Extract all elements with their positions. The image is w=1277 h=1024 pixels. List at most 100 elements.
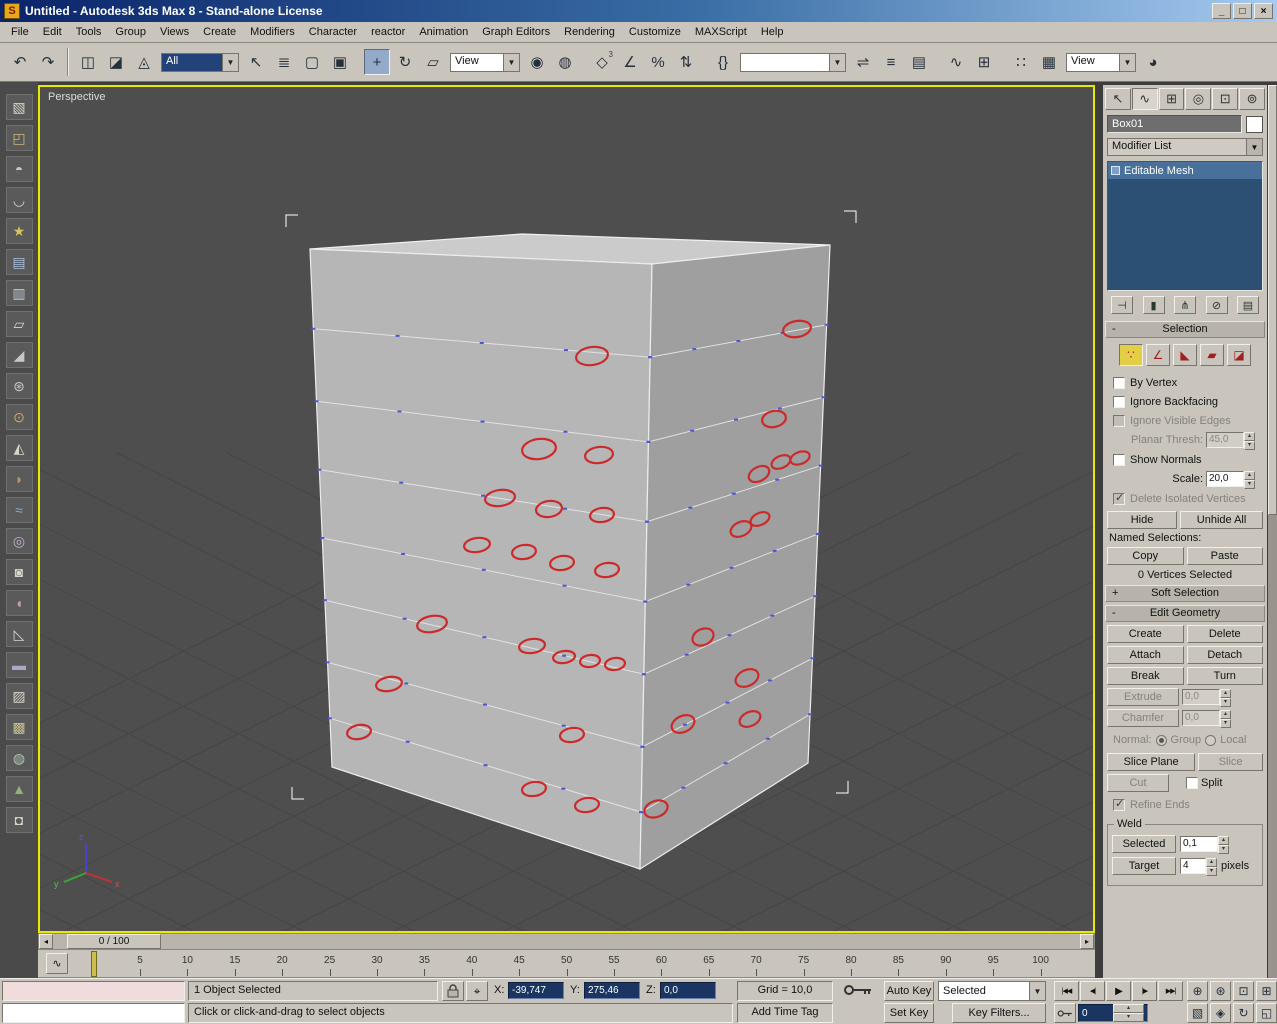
bucket-icon[interactable]: ◙ [5, 559, 33, 585]
weld-target-button[interactable]: Target [1112, 857, 1176, 875]
play-animation-icon[interactable]: ▶ [1106, 981, 1131, 1001]
loft-icon[interactable]: ◗ [5, 466, 33, 492]
current-time-field[interactable]: 0 ▴ ▾ [1078, 1004, 1148, 1022]
scrollbar-thumb[interactable] [1268, 85, 1277, 515]
collapse-icon[interactable]: - [1112, 606, 1116, 621]
named-selection-sets-icon[interactable]: {} [710, 49, 736, 75]
viewport-label[interactable]: Perspective [48, 91, 105, 103]
coil-icon[interactable]: ◎ [5, 528, 33, 554]
element-subobject-icon[interactable]: ◪ [1227, 344, 1251, 366]
chevron-down-icon[interactable]: ▼ [1246, 139, 1262, 155]
snap-toggle-icon[interactable]: ◇ 3 [589, 49, 615, 75]
menu-item-edit[interactable]: Edit [36, 23, 69, 41]
open-mini-curve-editor-icon[interactable]: ∿ [46, 953, 68, 974]
zoom-icon[interactable]: ⊕ [1187, 981, 1208, 1001]
select-and-move-icon[interactable]: + [364, 49, 390, 75]
camera-icon[interactable]: ◘ [5, 807, 33, 833]
render-viewport-dropdown[interactable]: View ▼ [1066, 52, 1136, 72]
detach-button[interactable]: Detach [1186, 646, 1263, 664]
bone-icon[interactable]: ◺ [5, 621, 33, 647]
menu-item-create[interactable]: Create [196, 23, 243, 41]
minimize-button[interactable]: _ [1212, 3, 1231, 19]
named-selection-dropdown[interactable]: ▼ [740, 52, 846, 72]
track-right-arrow[interactable]: ▸ [1080, 934, 1094, 949]
object-color-swatch[interactable] [1246, 115, 1263, 133]
chevron-down-icon[interactable]: ▼ [1029, 982, 1045, 1000]
slice-plane-button[interactable]: Slice Plane [1107, 753, 1196, 771]
angle-snap-icon[interactable]: ∠ [617, 49, 643, 75]
cloth-icon[interactable]: ▩ [5, 714, 33, 740]
spinner-snap-icon[interactable]: ⇅ [673, 49, 699, 75]
paste-button[interactable]: Paste [1186, 547, 1263, 565]
menu-item-views[interactable]: Views [153, 23, 196, 41]
pencil-icon[interactable]: ▱ [5, 311, 33, 337]
maximize-button[interactable]: □ [1233, 3, 1252, 19]
set-key-mode-icon[interactable] [843, 983, 879, 1003]
cone-icon[interactable]: ◡ [5, 187, 33, 213]
star-icon[interactable]: ★ [5, 218, 33, 244]
brush-icon[interactable]: ◖ [5, 590, 33, 616]
schematic-view-icon[interactable]: ⊞ [971, 49, 997, 75]
weld-selected-spinner[interactable]: 0,1 ▴ ▾ [1180, 836, 1229, 854]
extrude-button[interactable]: Extrude [1107, 688, 1179, 706]
weld-selected-button[interactable]: Selected [1112, 835, 1176, 853]
key-mode-dropdown[interactable]: Selected ▼ [938, 981, 1046, 1001]
arc-rotate-icon[interactable]: ↻ [1233, 1003, 1254, 1023]
y-coordinate-field[interactable]: 275,46 [584, 982, 640, 999]
bind-to-space-warp-icon[interactable]: ◬ [131, 49, 157, 75]
pin-icon[interactable]: ⊙ [5, 404, 33, 430]
polygon-subobject-icon[interactable]: ▰ [1200, 344, 1224, 366]
lock-selection-icon[interactable] [442, 981, 464, 1001]
viewport-canvas[interactable]: z x y [40, 87, 1093, 931]
remove-modifier-icon[interactable]: ⊘ [1205, 296, 1228, 314]
plate-icon[interactable]: ▬ [5, 652, 33, 678]
z-coordinate-field[interactable]: 0,0 [660, 982, 716, 999]
gear-icon[interactable]: ⊛ [5, 373, 33, 399]
slice-button[interactable]: Slice [1198, 753, 1263, 771]
configure-modifier-sets-icon[interactable]: ▤ [1237, 296, 1259, 314]
stack-item-editable-mesh[interactable]: Editable Mesh [1108, 162, 1262, 179]
undo-icon[interactable]: ↶ [7, 49, 33, 75]
arrow-tool-icon[interactable]: ◭ [5, 435, 33, 461]
time-spinner[interactable]: ▴ ▾ [1113, 1004, 1144, 1022]
chevron-down-icon[interactable]: ▼ [503, 53, 519, 71]
rectangular-selection-region-icon[interactable]: ▢ [299, 49, 325, 75]
modifier-stack-list[interactable]: Editable Mesh [1107, 161, 1263, 291]
delete-button[interactable]: Delete [1186, 625, 1263, 643]
menu-item-file[interactable]: File [4, 23, 36, 41]
chevron-down-icon[interactable]: ▼ [1119, 53, 1135, 71]
window-icon[interactable]: ▤ [5, 249, 33, 275]
layer-manager-icon[interactable]: ▤ [906, 49, 932, 75]
previous-frame-icon[interactable]: ◀| [1080, 981, 1105, 1001]
modifier-list-dropdown[interactable]: Modifier List ▼ [1107, 138, 1263, 156]
min-max-toggle-icon[interactable]: ◱ [1256, 1003, 1277, 1023]
auto-key-button[interactable]: Auto Key [884, 981, 934, 1001]
show-normals-checkbox[interactable] [1113, 453, 1125, 466]
menu-item-rendering[interactable]: Rendering [557, 23, 622, 41]
menu-item-reactor[interactable]: reactor [364, 23, 412, 41]
face-subobject-icon[interactable]: ◣ [1173, 344, 1197, 366]
chevron-down-icon[interactable]: ▼ [222, 53, 238, 71]
show-end-result-icon[interactable]: ▮ [1142, 296, 1165, 314]
maxscript-mini-listener-pink[interactable] [2, 981, 185, 1001]
menu-item-animation[interactable]: Animation [412, 23, 475, 41]
x-coordinate-field[interactable]: -39,747 [508, 982, 564, 999]
next-frame-icon[interactable]: |▶ [1132, 981, 1157, 1001]
terrain-icon[interactable]: ▲ [5, 776, 33, 802]
turn-button[interactable]: Turn [1186, 667, 1263, 685]
tab-utilities-icon[interactable]: ⊚ [1239, 88, 1265, 110]
pin-stack-icon[interactable]: ⊣ [1111, 296, 1133, 314]
menu-item-tools[interactable]: Tools [69, 23, 109, 41]
quick-render-icon[interactable]: ◕ [1140, 49, 1166, 75]
select-object-icon[interactable]: ↖ [243, 49, 269, 75]
chevron-down-icon[interactable]: ▼ [829, 53, 845, 71]
zoom-extents-icon[interactable]: ⊡ [1233, 981, 1254, 1001]
set-key-button[interactable]: Set Key [884, 1003, 934, 1023]
reference-coordinate-dropdown[interactable]: View ▼ [450, 52, 520, 72]
align-icon[interactable]: ≡ [878, 49, 904, 75]
knife-icon[interactable]: ◢ [5, 342, 33, 368]
create-button[interactable]: Create [1107, 625, 1184, 643]
redo-icon[interactable]: ↷ [35, 49, 61, 75]
tab-create-icon[interactable]: ↖ [1105, 88, 1131, 110]
soft-selection-rollout-header[interactable]: + Soft Selection [1105, 585, 1265, 602]
